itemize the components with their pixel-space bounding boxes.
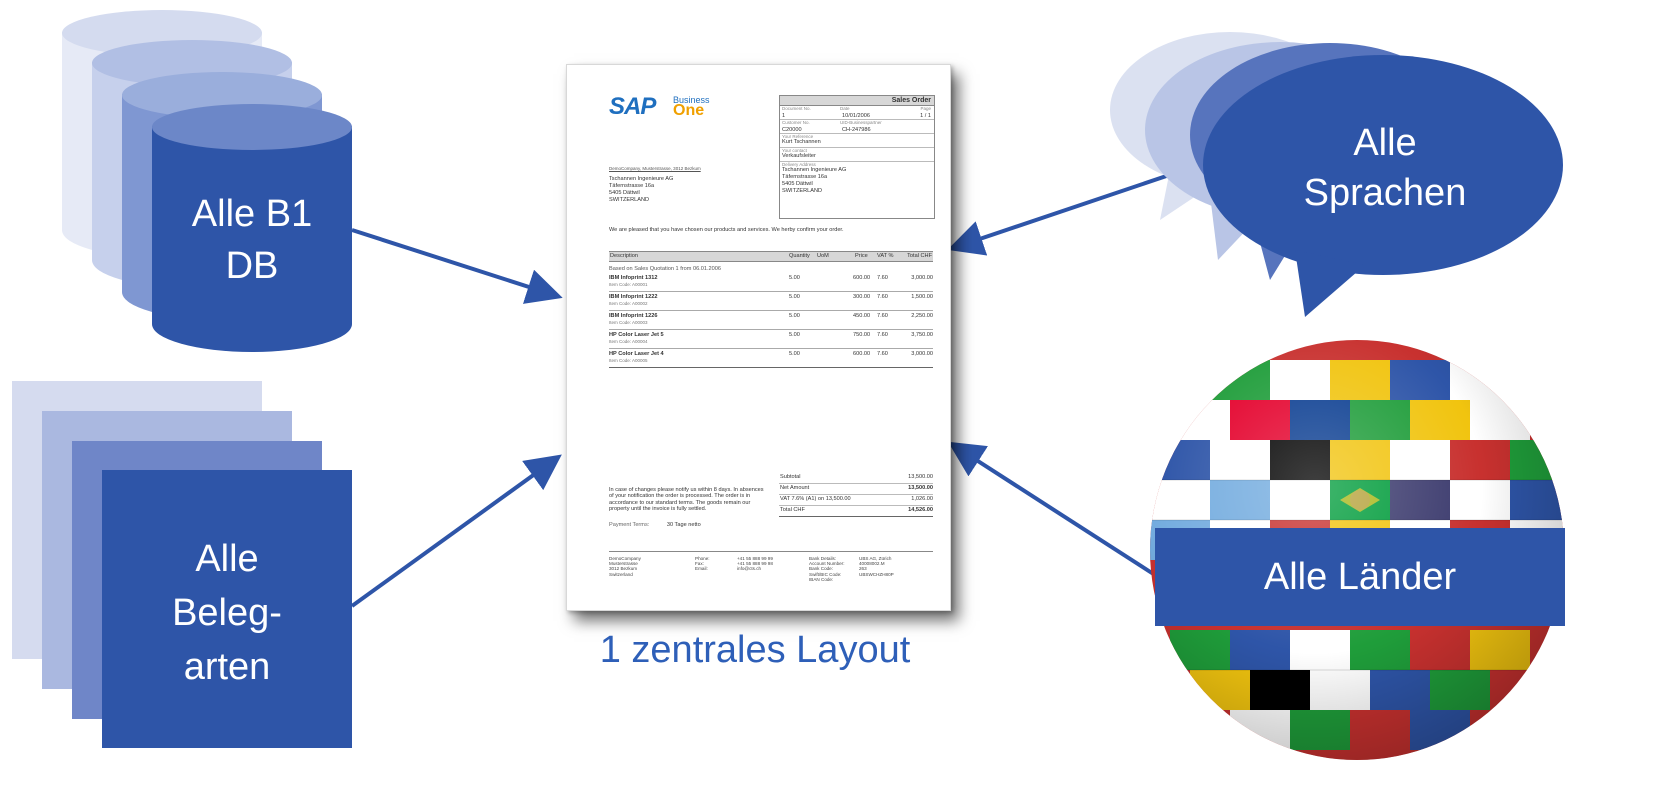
notice-text: In case of changes please notify us with… [609, 487, 764, 513]
table-header: Description Quantity UoM Price VAT % Tot… [609, 251, 933, 262]
layout-caption: 1 zentrales Layout [599, 629, 911, 671]
document-title: Sales Order [780, 96, 934, 106]
items-table: Description Quantity UoM Price VAT % Tot… [609, 251, 933, 368]
payment-terms: Payment Terms: 30 Tage netto [609, 522, 701, 528]
arrow-countries-to-layout [947, 441, 1157, 577]
doc-types-label: Alle Beleg- arten [172, 538, 282, 688]
document-footer: DemoCompany Musterstrasse 3012 Bezkum Sw… [609, 551, 933, 582]
table-row: HP Color Laser Jet 4 Item Code: A00005 5.… [609, 351, 933, 368]
countries-label: Alle Länder [1155, 528, 1565, 626]
intro-text: We are pleased that you have chosen our … [609, 227, 844, 233]
sales-order-document: SAP Business One Sales Order Document No… [566, 64, 951, 611]
based-on-text: Based on Sales Quotation 1 from 06.01.20… [609, 266, 721, 272]
recipient-address: Tschannen Ingenieure AG Täfernstrasse 16… [609, 176, 674, 203]
arrow-doctypes-to-layout [350, 454, 562, 608]
sender-line: DemoCompany, Musterstrasse, 3012 Bezkum [609, 166, 701, 171]
languages-label: Alle Sprachen [1303, 122, 1467, 214]
sap-business-one-logo: SAP Business One [609, 93, 710, 120]
totals-box: Subtotal 13,500.00 Net Amount 13,500.00 VA… [779, 473, 933, 517]
databases-label: Alle B1 DB [191, 193, 313, 287]
order-header-box: Sales Order Document No. Date Page 1 10/… [779, 95, 935, 219]
table-row: IBM Infoprint 1222 Item Code: A00002 5.00… [609, 294, 933, 311]
table-row: IBM Infoprint 1226 Item Code: A00003 5.00… [609, 313, 933, 330]
table-row: IBM Infoprint 1312 Item Code: A00001 5.00… [609, 275, 933, 292]
arrow-db-to-layout [351, 228, 563, 304]
table-row: HP Color Laser Jet 5 Item Code: A00004 5.… [609, 332, 933, 349]
